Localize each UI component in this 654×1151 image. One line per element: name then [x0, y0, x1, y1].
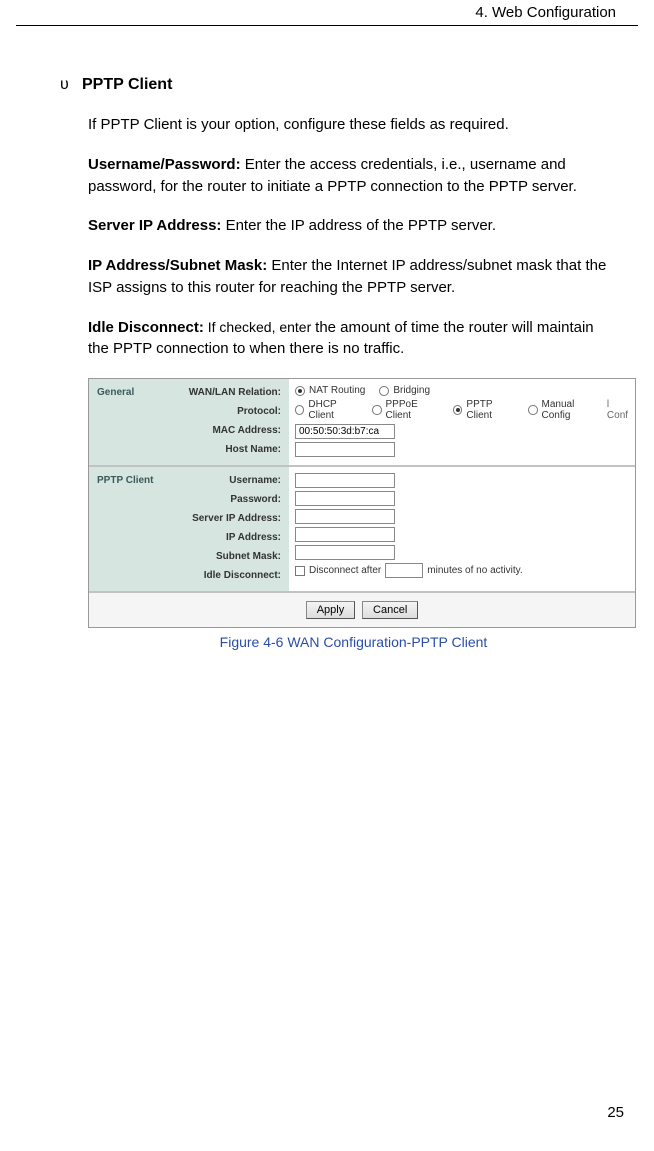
def-username-password: Username/Password: Enter the access cred… — [88, 154, 609, 198]
cancel-button[interactable]: Cancel — [362, 601, 418, 619]
pptp-label-column: PPTP Client Username: Password: Server I… — [89, 467, 289, 591]
general-fields: NAT Routing Bridging DHCP Client PPPoE C… — [289, 379, 635, 465]
panel-name-general: General — [97, 385, 134, 400]
host-input[interactable] — [295, 442, 395, 457]
server-label: Server IP Address: — [97, 511, 281, 526]
pppoe-label: PPPoE Client — [386, 399, 442, 421]
pptp-fields: Disconnect after minutes of no activity. — [289, 467, 635, 591]
idle-label: Idle Disconnect: — [97, 568, 281, 583]
idle-text-before: Disconnect after — [309, 565, 381, 576]
def-idle-disconnect: Idle Disconnect: If checked, enter the a… — [88, 317, 609, 361]
password-label: Password: — [97, 492, 281, 507]
host-label: Host Name: — [97, 442, 281, 457]
ip-label: IP Address: — [97, 530, 281, 545]
figure-caption: Figure 4-6 WAN Configuration-PPTP Client — [88, 634, 619, 650]
def-text: Enter the IP address of the PPTP server. — [221, 217, 496, 234]
figure: General WAN/LAN Relation: Protocol: MAC … — [88, 378, 619, 650]
mac-input[interactable]: 00:50:50:3d:b7:ca — [295, 424, 395, 439]
protocol-row: DHCP Client PPPoE Client PPTP Client Man… — [295, 399, 631, 421]
def-ip-subnet: IP Address/Subnet Mask: Enter the Intern… — [88, 255, 609, 299]
pptp-panel: PPTP Client Username: Password: Server I… — [89, 467, 635, 593]
section-heading-row: υ PPTP Client — [60, 76, 619, 94]
bridging-label: Bridging — [393, 385, 430, 396]
idle-minutes-input[interactable] — [385, 563, 423, 578]
def-server-ip: Server IP Address: Enter the IP address … — [88, 215, 609, 237]
panel-name-pptp: PPTP Client — [97, 473, 154, 488]
ip-address-input[interactable] — [295, 527, 395, 542]
username-label: Username: — [229, 473, 281, 488]
def-label: Username/Password: — [88, 156, 241, 173]
mac-row: 00:50:50:3d:b7:ca — [295, 424, 631, 439]
subnet-label: Subnet Mask: — [97, 549, 281, 564]
body-text: If PPTP Client is your option, configure… — [88, 114, 619, 360]
host-row — [295, 442, 631, 457]
idle-row: Disconnect after minutes of no activity. — [295, 563, 631, 578]
pptp-radio[interactable] — [453, 405, 462, 415]
general-label-column: General WAN/LAN Relation: Protocol: MAC … — [89, 379, 289, 465]
def-label: Server IP Address: — [88, 217, 221, 234]
page-number: 25 — [607, 1104, 624, 1121]
dhcp-label: DHCP Client — [308, 399, 360, 421]
general-panel: General WAN/LAN Relation: Protocol: MAC … — [89, 379, 635, 467]
page-content: υ PPTP Client If PPTP Client is your opt… — [0, 26, 654, 650]
wanlan-label: WAN/LAN Relation: — [189, 385, 281, 400]
idle-disconnect-checkbox[interactable] — [295, 566, 305, 576]
manual-label: Manual Config — [542, 399, 601, 421]
def-label: Idle Disconnect: — [88, 319, 204, 336]
chapter-title: 4. Web Configuration — [475, 4, 616, 21]
config-screenshot: General WAN/LAN Relation: Protocol: MAC … — [88, 378, 636, 628]
truncated-text: l Conf — [607, 399, 631, 421]
mac-value: 00:50:50:3d:b7:ca — [299, 426, 379, 437]
server-ip-input[interactable] — [295, 509, 395, 524]
dhcp-radio[interactable] — [295, 405, 304, 415]
manual-radio[interactable] — [528, 405, 537, 415]
def-text-prefix: If checked, enter — [204, 319, 315, 335]
page-header: 4. Web Configuration — [16, 0, 638, 26]
username-input[interactable] — [295, 473, 395, 488]
subnet-mask-input[interactable] — [295, 545, 395, 560]
section-title: PPTP Client — [82, 76, 172, 94]
idle-text-after: minutes of no activity. — [427, 565, 522, 576]
button-bar: Apply Cancel — [89, 593, 635, 627]
protocol-label: Protocol: — [97, 404, 281, 419]
pppoe-radio[interactable] — [372, 405, 381, 415]
bridging-radio[interactable] — [379, 386, 389, 396]
bullet-icon: υ — [60, 76, 82, 94]
nat-routing-label: NAT Routing — [309, 385, 365, 396]
mac-label: MAC Address: — [97, 423, 281, 438]
nat-routing-radio[interactable] — [295, 386, 305, 396]
password-input[interactable] — [295, 491, 395, 506]
pptp-label: PPTP Client — [466, 399, 516, 421]
def-label: IP Address/Subnet Mask: — [88, 257, 267, 274]
apply-button[interactable]: Apply — [306, 601, 356, 619]
intro-paragraph: If PPTP Client is your option, configure… — [88, 114, 609, 136]
relation-row: NAT Routing Bridging — [295, 385, 631, 396]
